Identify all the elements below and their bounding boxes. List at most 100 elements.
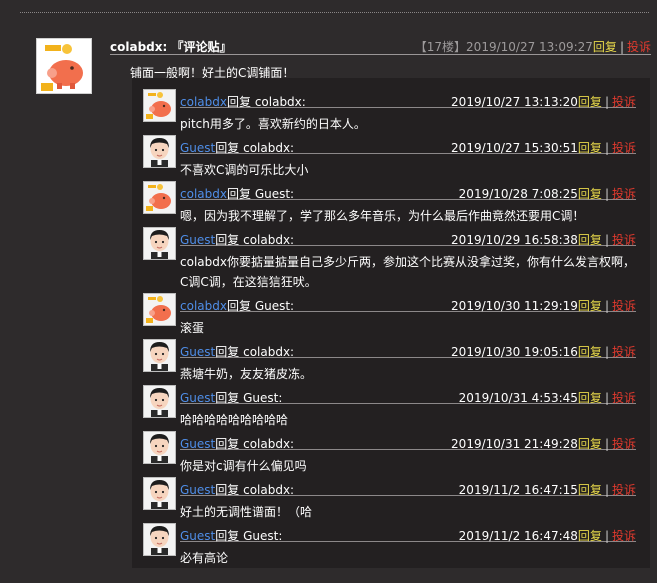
reply-button[interactable]: 回复 bbox=[578, 437, 602, 451]
reply-word: 回复 bbox=[215, 529, 240, 543]
main-reply-button[interactable]: 回复 bbox=[593, 40, 617, 54]
reply-button[interactable]: 回复 bbox=[578, 187, 602, 201]
main-avatar[interactable] bbox=[36, 38, 92, 94]
reply-username[interactable]: Guest bbox=[180, 233, 215, 247]
reply-item: Guest回复 Guest: 2019/11/2 16:47:48回复 | 投诉 必有高… bbox=[132, 518, 650, 565]
reply-avatar[interactable] bbox=[143, 89, 176, 122]
reply-username[interactable]: colabdx bbox=[180, 95, 227, 109]
separator: | bbox=[604, 345, 609, 359]
boy-avatar-icon bbox=[144, 480, 175, 509]
piggy-bank-icon bbox=[41, 44, 83, 91]
reply-header: Guest回复 Guest: 2019/11/2 16:47:48回复 | 投诉 bbox=[180, 526, 636, 544]
reply-button[interactable]: 回复 bbox=[578, 233, 602, 247]
separator: | bbox=[604, 299, 609, 313]
reply-item: Guest回复 colabdx: 2019/10/30 19:05:16回复 | 投诉… bbox=[132, 334, 650, 381]
reply-header: colabdx回复 Guest: 2019/10/30 11:29:19回复 | 投诉 bbox=[180, 296, 636, 314]
reply-time: 2019/11/2 16:47:48 bbox=[458, 529, 578, 543]
reply-username[interactable]: Guest bbox=[180, 529, 215, 543]
reply-meta: 2019/10/27 13:13:20回复 | 投诉 bbox=[451, 93, 636, 110]
reply-time: 2019/10/27 15:30:51 bbox=[451, 141, 578, 155]
reply-button[interactable]: 回复 bbox=[578, 141, 602, 155]
main-comment-header: colabdx: 『评论贴』 【17楼】2019/10/27 13:09:27回… bbox=[110, 36, 651, 55]
reply-who: Guest回复 colabdx: bbox=[180, 139, 294, 156]
reply-avatar[interactable] bbox=[143, 339, 176, 372]
reply-meta: 2019/10/28 7:08:25回复 | 投诉 bbox=[459, 185, 636, 202]
reply-target: Guest: bbox=[243, 529, 283, 543]
boy-avatar-icon bbox=[144, 342, 175, 371]
reply-avatar[interactable] bbox=[143, 293, 176, 326]
reply-username[interactable]: Guest bbox=[180, 391, 215, 405]
reply-header: Guest回复 colabdx: 2019/11/2 16:47:15回复 | 投诉 bbox=[180, 480, 636, 497]
reply-button[interactable]: 回复 bbox=[578, 95, 602, 109]
reply-target: colabdx: bbox=[243, 437, 295, 451]
reply-time: 2019/10/30 11:29:19 bbox=[451, 299, 578, 313]
reply-avatar[interactable] bbox=[143, 523, 176, 556]
reply-who: Guest回复 colabdx: bbox=[180, 231, 294, 248]
reply-time: 2019/10/29 16:58:38 bbox=[451, 233, 578, 247]
reply-who: colabdx回复 Guest: bbox=[180, 297, 294, 314]
piggy-bank-icon bbox=[144, 92, 175, 121]
reply-username[interactable]: Guest bbox=[180, 483, 215, 497]
reply-avatar[interactable] bbox=[143, 227, 176, 260]
report-button[interactable]: 投诉 bbox=[612, 529, 636, 543]
reply-avatar[interactable] bbox=[143, 181, 176, 214]
reply-button[interactable]: 回复 bbox=[578, 391, 602, 405]
reply-item: colabdx回复 colabdx: 2019/10/27 13:13:20回复 |… bbox=[132, 84, 650, 131]
reply-avatar[interactable] bbox=[143, 135, 176, 168]
reply-meta: 2019/10/30 11:29:19回复 | 投诉 bbox=[451, 297, 636, 314]
reply-button[interactable]: 回复 bbox=[578, 529, 602, 543]
reply-avatar[interactable] bbox=[143, 477, 176, 510]
report-button[interactable]: 投诉 bbox=[612, 299, 636, 313]
main-comment-time: 2019/10/27 13:09:27 bbox=[466, 40, 593, 54]
reply-word: 回复 bbox=[215, 345, 240, 359]
main-report-button[interactable]: 投诉 bbox=[627, 40, 651, 54]
main-comment-author[interactable]: colabdx: 『评论贴』 bbox=[110, 38, 232, 55]
reply-target: colabdx: bbox=[243, 233, 295, 247]
reply-username[interactable]: colabdx bbox=[180, 299, 227, 313]
reply-target: colabdx: bbox=[243, 141, 295, 155]
reply-header: Guest回复 colabdx: 2019/10/29 16:58:38回复 | 投诉 bbox=[180, 230, 636, 248]
reply-item: Guest回复 Guest: 2019/10/31 4:53:45回复 | 投诉 哈哈哈… bbox=[132, 380, 650, 427]
reply-meta: 2019/10/30 19:05:16回复 | 投诉 bbox=[451, 343, 636, 360]
report-button[interactable]: 投诉 bbox=[612, 437, 636, 451]
reply-username[interactable]: Guest bbox=[180, 141, 215, 155]
reply-target: colabdx: bbox=[243, 345, 295, 359]
reply-who: Guest回复 Guest: bbox=[180, 389, 282, 406]
reply-username[interactable]: Guest bbox=[180, 345, 215, 359]
report-button[interactable]: 投诉 bbox=[612, 345, 636, 359]
reply-item: Guest回复 colabdx: 2019/11/2 16:47:15回复 | 投诉好… bbox=[132, 472, 650, 519]
reply-who: Guest回复 Guest: bbox=[180, 527, 282, 544]
separator: | bbox=[604, 233, 609, 247]
reply-word: 回复 bbox=[215, 141, 240, 155]
reply-item: Guest回复 colabdx: 2019/10/31 21:49:28回复 | 投诉… bbox=[132, 426, 650, 473]
reply-who: colabdx回复 colabdx: bbox=[180, 93, 306, 110]
report-button[interactable]: 投诉 bbox=[612, 95, 636, 109]
reply-who: Guest回复 colabdx: bbox=[180, 435, 294, 452]
reply-time: 2019/10/31 21:49:28 bbox=[451, 437, 578, 451]
reply-text: 必有高论 bbox=[180, 551, 229, 565]
reply-button[interactable]: 回复 bbox=[578, 483, 602, 497]
reply-username[interactable]: colabdx bbox=[180, 187, 227, 201]
reply-meta: 2019/10/31 21:49:28回复 | 投诉 bbox=[451, 435, 636, 452]
report-button[interactable]: 投诉 bbox=[612, 483, 636, 497]
reply-username[interactable]: Guest bbox=[180, 437, 215, 451]
reply-time: 2019/10/27 13:13:20 bbox=[451, 95, 578, 109]
report-button[interactable]: 投诉 bbox=[612, 141, 636, 155]
reply-item: colabdx回复 Guest: 2019/10/28 7:08:25回复 | 投诉嗯… bbox=[132, 176, 650, 223]
reply-button[interactable]: 回复 bbox=[578, 345, 602, 359]
separator: | bbox=[604, 141, 609, 155]
reply-target: colabdx: bbox=[243, 483, 295, 497]
report-button[interactable]: 投诉 bbox=[612, 233, 636, 247]
separator: | bbox=[604, 187, 609, 201]
reply-meta: 2019/10/31 4:53:45回复 | 投诉 bbox=[459, 389, 636, 406]
reply-word: 回复 bbox=[226, 299, 251, 313]
reply-word: 回复 bbox=[226, 187, 251, 201]
post-tag: 『评论贴』 bbox=[171, 40, 232, 54]
reply-button[interactable]: 回复 bbox=[578, 299, 602, 313]
main-comment-meta: 【17楼】2019/10/27 13:09:27回复 | 投诉 bbox=[415, 38, 651, 55]
report-button[interactable]: 投诉 bbox=[612, 391, 636, 405]
report-button[interactable]: 投诉 bbox=[612, 187, 636, 201]
reply-who: Guest回复 colabdx: bbox=[180, 343, 294, 360]
reply-avatar[interactable] bbox=[143, 385, 176, 418]
reply-avatar[interactable] bbox=[143, 431, 176, 464]
